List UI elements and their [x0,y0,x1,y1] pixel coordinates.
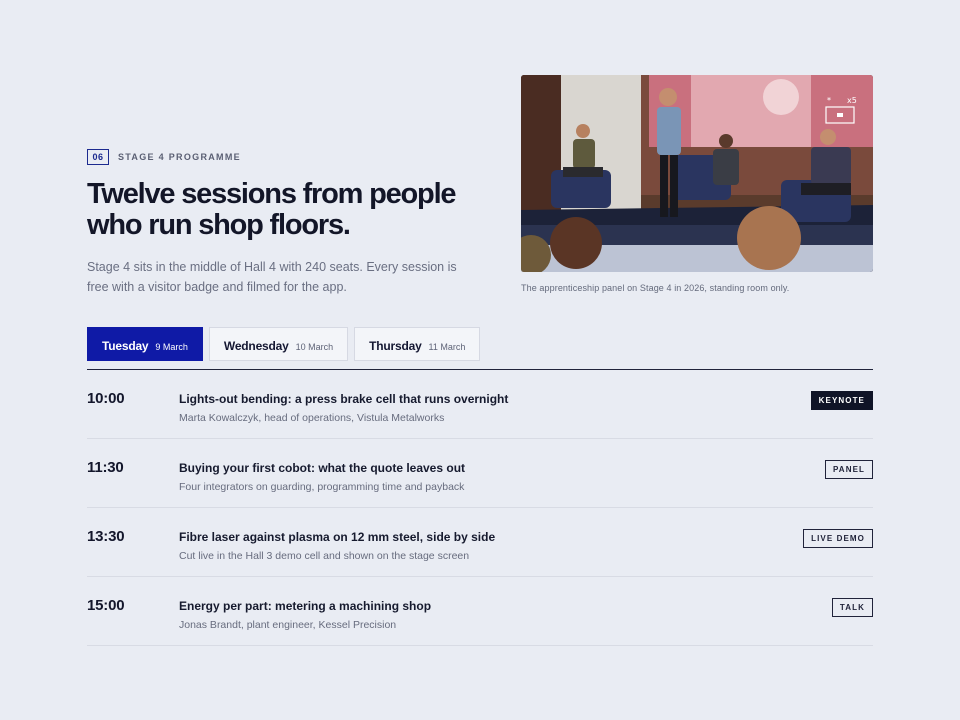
section-label: STAGE 4 PROGRAMME [118,152,241,162]
lede-text: Stage 4 sits in the middle of Hall 4 wit… [87,260,457,294]
tab-wednesday[interactable]: Wednesday 10 March [208,327,349,361]
tab-date: 9 March [155,342,188,352]
session-title: Lights-out bending: a press brake cell t… [179,392,509,406]
hero-section: 06 STAGE 4 PROGRAMME Twelve sessions fro… [87,75,873,295]
tab-day: Thursday [369,339,422,353]
eyebrow: 06 STAGE 4 PROGRAMME [87,149,467,165]
svg-text:*: * [827,96,831,105]
session-time: 10:00 [87,390,125,407]
session-title: Fibre laser against plasma on 12 mm stee… [179,530,496,544]
session-tag: TALK [831,598,873,617]
session-subtitle: Cut live in the Hall 3 demo cell and sho… [179,550,470,562]
session-time: 15:00 [87,597,125,614]
session-tag: PANEL [824,460,873,479]
screen-overlay-text: x5 [847,96,857,105]
session-time: 13:30 [87,528,125,545]
tab-day: Wednesday [223,339,289,353]
stage-photo: x5 * [521,75,873,272]
intro: 06 STAGE 4 PROGRAMME Twelve sessions fro… [87,149,467,297]
session-tag: LIVE DEMO [803,529,873,548]
stage-photo-figure: x5 * The apprenticeship panel on Stage 4… [521,75,873,293]
session-row[interactable]: 13:30 Fibre laser against plasma on 12 m… [87,508,873,577]
tab-date: 10 March [295,342,334,352]
page-title: Twelve sessions from people who run shop… [87,178,457,241]
section-number: 06 [87,149,109,165]
day-tabs: Tuesday 9 March Wednesday 10 March Thurs… [87,327,481,361]
session-time: 11:30 [87,459,124,476]
tab-day: Tuesday [102,339,149,353]
session-row[interactable]: 11:30 Buying your first cobot: what the … [87,439,873,508]
session-subtitle: Jonas Brandt, plant engineer, Kessel Pre… [179,619,397,631]
photo-caption: The apprenticeship panel on Stage 4 in 2… [521,283,790,293]
session-title: Buying your first cobot: what the quote … [179,461,466,475]
session-list: 10:00 Lights-out bending: a press brake … [87,369,873,646]
tab-date: 11 March [428,342,466,352]
session-row[interactable]: 10:00 Lights-out bending: a press brake … [87,370,873,439]
session-subtitle: Marta Kowalczyk, head of operations, Vis… [179,412,445,424]
session-subtitle: Four integrators on guarding, programmin… [179,481,465,493]
session-title: Energy per part: metering a machining sh… [179,599,432,613]
tab-tuesday[interactable]: Tuesday 9 March [87,327,203,361]
session-row[interactable]: 15:00 Energy per part: metering a machin… [87,577,873,646]
tab-thursday[interactable]: Thursday 11 March [354,327,481,361]
session-tag: KEYNOTE [810,391,873,410]
